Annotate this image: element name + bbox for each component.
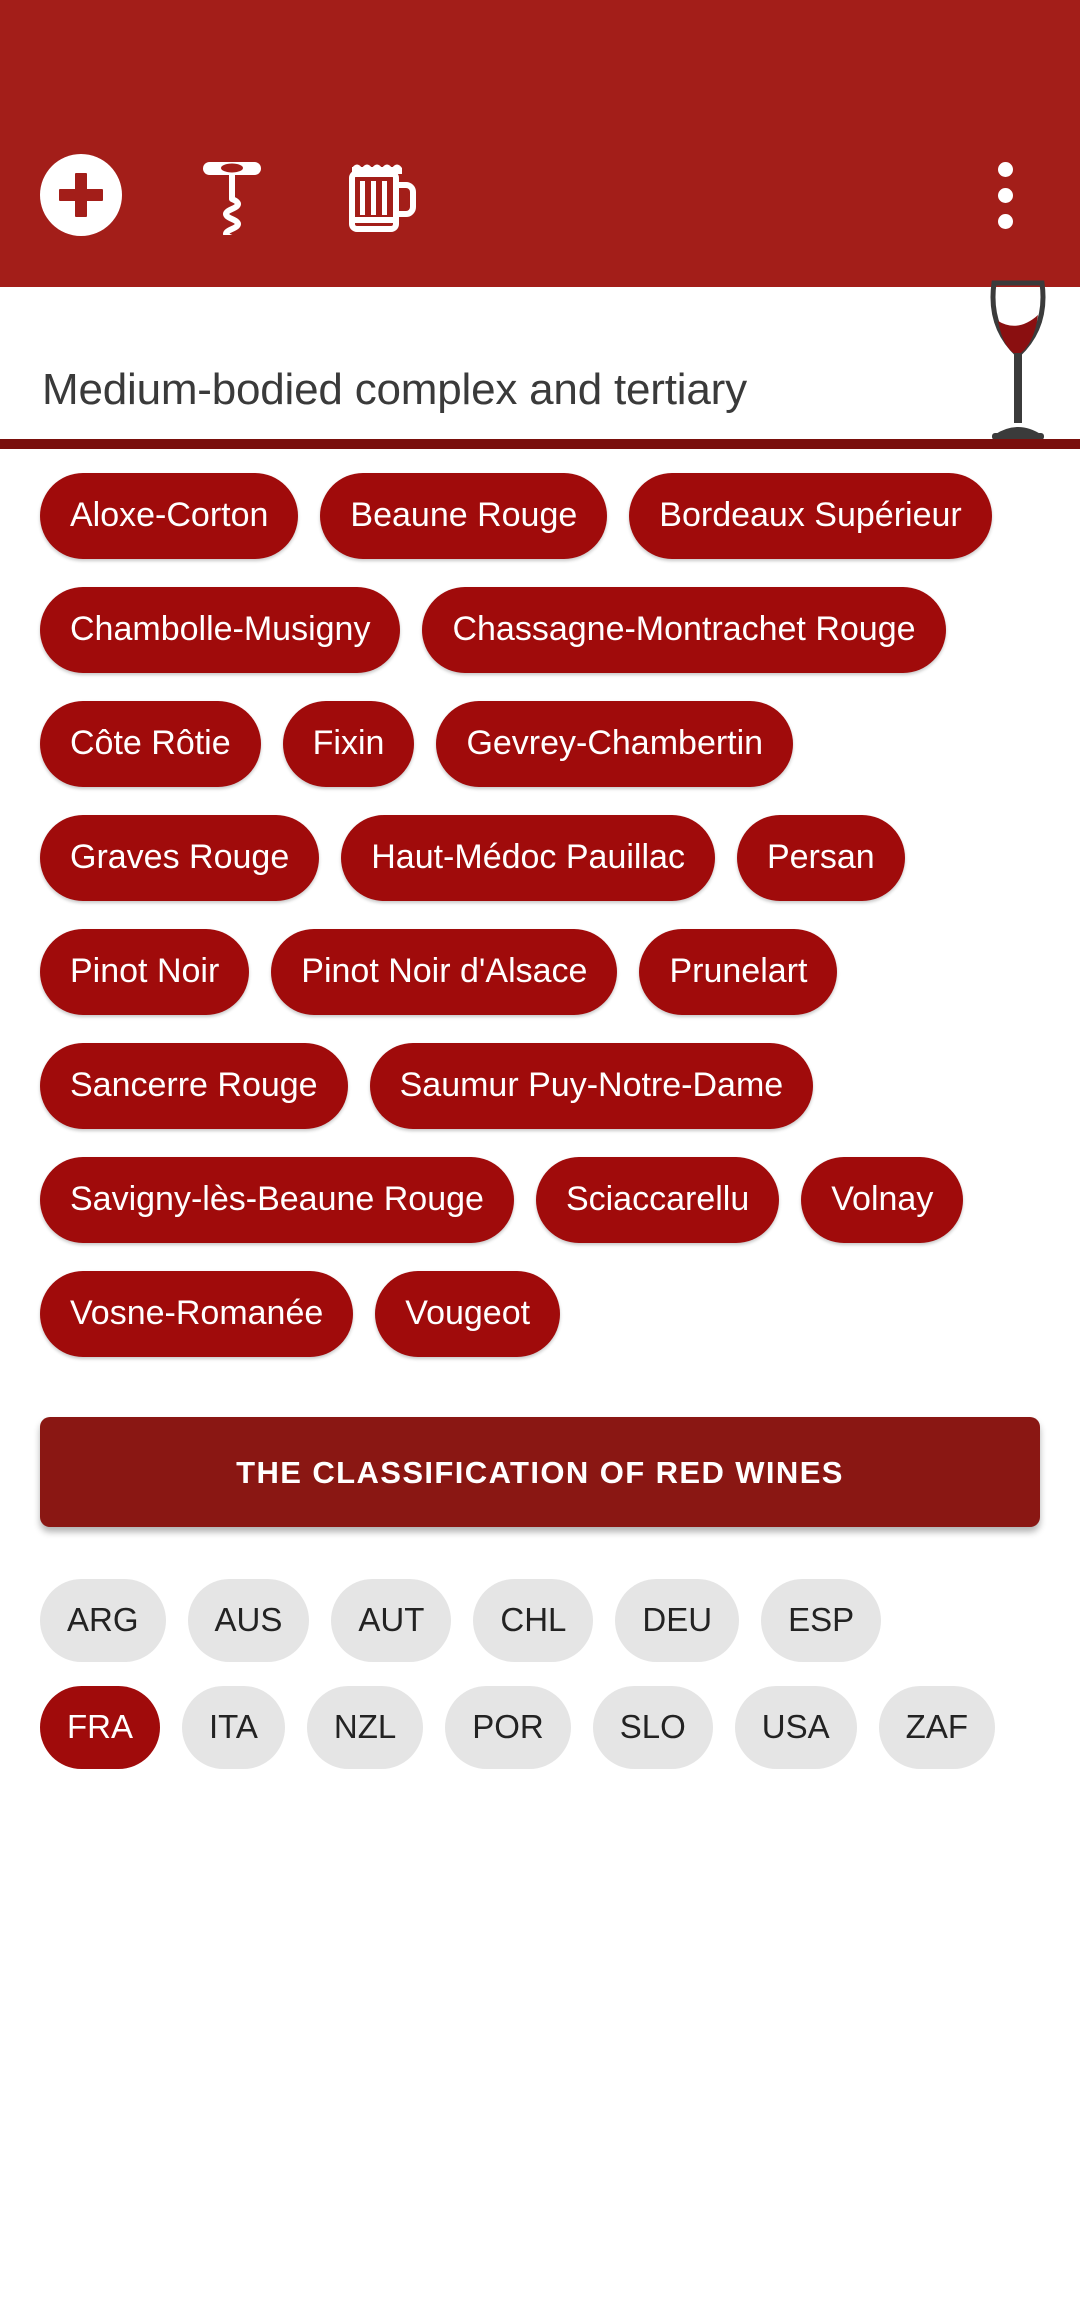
country-chip[interactable]: ZAF [878,1686,995,1769]
country-chip[interactable]: SLO [592,1686,713,1769]
beer-button[interactable] [342,153,426,237]
appellation-chip[interactable]: Persan [736,815,905,901]
plus-circle-icon [59,173,103,217]
country-chip[interactable]: CHL [473,1579,594,1662]
appellation-chip[interactable]: Bordeaux Supérieur [629,473,992,559]
overflow-dot-1 [997,161,1013,177]
corkscrew-icon [203,162,261,235]
appellation-chip[interactable]: Aloxe-Corton [40,473,299,559]
app-bar [0,0,1080,287]
country-chip[interactable]: POR [445,1686,571,1769]
country-chip[interactable]: NZL [306,1686,424,1769]
overflow-dot-2 [997,187,1013,203]
appellation-chip[interactable]: Côte Rôtie [40,701,261,787]
appellation-chip[interactable]: Pinot Noir d'Alsace [271,929,618,1015]
appellation-chip[interactable]: Vougeot [375,1271,561,1357]
appellation-chip[interactable]: Prunelart [639,929,838,1015]
corkscrew-button[interactable] [190,153,274,237]
appellation-chip[interactable]: Beaune Rouge [320,473,608,559]
appellation-chip[interactable]: Vosne-Romanée [40,1271,354,1357]
country-chip[interactable]: AUT [331,1579,452,1662]
country-chip[interactable]: ITA [182,1686,285,1769]
beer-mug-icon [349,164,416,232]
appellation-chip[interactable]: Sciaccarellu [535,1157,780,1243]
overflow-menu-button[interactable] [970,153,1040,237]
header-accent-bar [0,439,1080,449]
country-chip[interactable]: ESP [761,1579,882,1662]
classification-section: THE CLASSIFICATION OF RED WINES [0,1385,1080,1527]
app-bar-actions [40,153,426,237]
appellation-chip[interactable]: Fixin [282,701,415,787]
page-header: Medium-bodied complex and tertiary [0,280,1080,449]
appellation-chip[interactable]: Pinot Noir [40,929,250,1015]
appellation-chip[interactable]: Savigny-lès-Beaune Rouge [40,1157,514,1243]
appellation-chip[interactable]: Graves Rouge [40,815,320,901]
classification-of-red-wines-button[interactable]: THE CLASSIFICATION OF RED WINES [40,1417,1040,1527]
appellation-chip[interactable]: Chambolle-Musigny [40,587,401,673]
page-title: Medium-bodied complex and tertiary [42,365,747,414]
appellation-chip[interactable]: Gevrey-Chambertin [436,701,794,787]
appellation-chip[interactable]: Volnay [801,1157,964,1243]
country-chip[interactable]: FRA [40,1686,160,1769]
appellation-chip[interactable]: Sancerre Rouge [40,1043,348,1129]
main-content: Aloxe-Corton Beaune Rouge Bordeaux Supérie… [0,449,1080,1793]
appellation-chip[interactable]: Chassagne-Montrachet Rouge [422,587,946,673]
country-chip[interactable]: USA [734,1686,857,1769]
country-chip[interactable]: ARG [40,1579,166,1662]
overflow-dot-3 [997,213,1013,229]
app-bar-right [970,153,1040,237]
country-filter-list: ARG AUS AUT CHL DEU ESP FRA ITA NZL POR SLO USA ZAF [0,1527,1080,1793]
appellation-chip[interactable]: Haut-Médoc Pauillac [341,815,715,901]
add-button[interactable] [40,154,122,236]
country-chip[interactable]: DEU [615,1579,740,1662]
country-chip[interactable]: AUS [187,1579,310,1662]
appellation-chip[interactable]: Saumur Puy-Notre-Dame [369,1043,814,1129]
appellation-chip-list: Aloxe-Corton Beaune Rouge Bordeaux Supérie… [0,473,1080,1385]
wine-glass-icon [990,280,1046,440]
